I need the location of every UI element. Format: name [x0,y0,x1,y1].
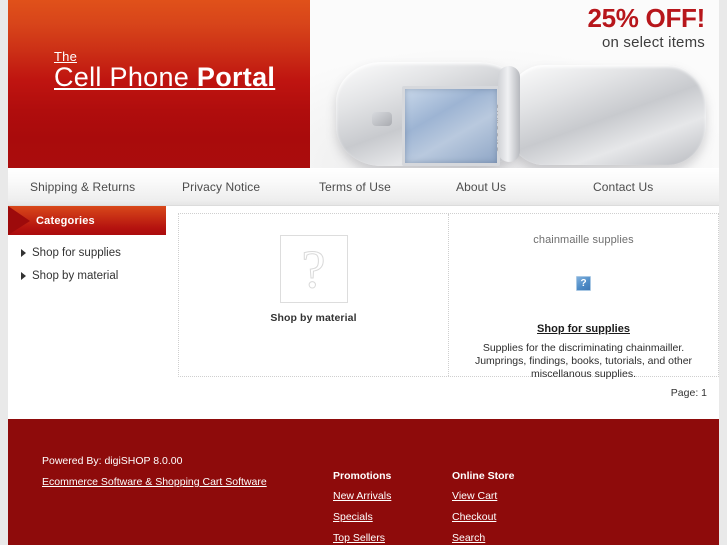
main-content: ? Shop by material chainmaille supplies … [170,206,719,419]
sidebar-item-shop-by-material[interactable]: Shop by material [21,270,166,282]
nav-item-contact-us[interactable]: Contact Us [593,180,653,194]
logo-portal-text: Portal [196,62,276,92]
main-navigation-bar: Shipping & Returns Privacy Notice Terms … [8,168,719,206]
category-caption: Shop by material [270,312,357,324]
footer-column-promotions: Promotions New Arrivals Specials Top Sel… [333,470,391,545]
bullet-arrow-icon [21,249,26,257]
site-header-banner: The Cell Phone Portal SAMSUNG [8,0,719,168]
phone-hinge-icon [498,66,520,162]
placeholder-image-icon: ? [279,235,348,303]
broken-image-icon [576,276,591,291]
sidebar-item-shop-for-supplies[interactable]: Shop for supplies [21,247,166,259]
category-grid: ? Shop by material chainmaille supplies … [178,213,719,380]
nav-item-about-us[interactable]: About Us [456,180,593,194]
site-footer: Powered By: digiSHOP 8.0.00 Ecommerce So… [8,419,719,545]
categories-title: Categories [36,215,95,227]
phone-lower-shell [506,65,706,165]
footer-link-view-cart[interactable]: View Cart [452,490,514,502]
header-logo-panel: The Cell Phone Portal [8,0,310,168]
powered-by-text: Powered By: digiSHOP 8.0.00 [42,455,183,467]
footer-link-new-arrivals[interactable]: New Arrivals [333,490,391,502]
category-cell-chainmaille-supplies[interactable]: chainmaille supplies Shop for supplies S… [449,214,718,380]
promo-banner-text: 25% OFF! on select items [587,4,705,51]
footer-heading-online-store: Online Store [452,470,515,482]
category-description: Supplies for the discriminating chainmai… [474,342,693,380]
footer-link-checkout[interactable]: Checkout [452,511,514,523]
page-body: Categories Shop for supplies Shop by mat… [8,206,719,419]
sidebar-link-label[interactable]: Shop by material [32,270,118,282]
triangle-icon [8,206,30,235]
logo-main-text: Cell Phone Portal [54,64,275,91]
question-mark-icon: ? [301,239,326,299]
footer-heading-promotions: Promotions [333,470,392,482]
category-cell-shop-by-material[interactable]: ? Shop by material [179,214,449,376]
browser-viewport: The Cell Phone Portal SAMSUNG [0,0,727,545]
sidebar: Categories Shop for supplies Shop by mat… [8,206,166,293]
page-container: The Cell Phone Portal SAMSUNG [8,0,719,545]
sidebar-link-label[interactable]: Shop for supplies [32,247,121,259]
page-number-label: Page: 1 [670,387,707,399]
header-promo-panel: SAMSUNG [310,0,719,168]
category-subtitle: chainmaille supplies [533,234,634,246]
footer-link-search[interactable]: Search [452,532,514,544]
phone-speaker-icon [372,112,392,126]
phone-display-icon [402,86,500,166]
nav-item-shipping-returns[interactable]: Shipping & Returns [30,180,182,194]
category-link[interactable]: Shop for supplies [455,323,712,335]
logo-cellphone-text: Cell Phone [54,62,197,92]
flip-phone-photo: SAMSUNG [320,52,715,168]
footer-link-top-sellers[interactable]: Top Sellers [333,532,391,544]
nav-item-terms-of-use[interactable]: Terms of Use [319,180,456,194]
footer-credits: Powered By: digiSHOP 8.0.00 Ecommerce So… [42,455,322,497]
nav-item-privacy-notice[interactable]: Privacy Notice [182,180,319,194]
categories-header: Categories [8,206,166,235]
promo-subline: on select items [601,33,705,51]
bullet-arrow-icon [21,272,26,280]
promo-headline: 25% OFF! [587,3,705,33]
categories-list: Shop for supplies Shop by material [8,235,166,282]
ecommerce-software-link[interactable]: Ecommerce Software & Shopping Cart Softw… [42,476,322,488]
site-logo[interactable]: The Cell Phone Portal [54,50,275,91]
footer-link-specials[interactable]: Specials [333,511,391,523]
footer-column-online-store: Online Store View Cart Checkout Search M… [452,470,514,545]
